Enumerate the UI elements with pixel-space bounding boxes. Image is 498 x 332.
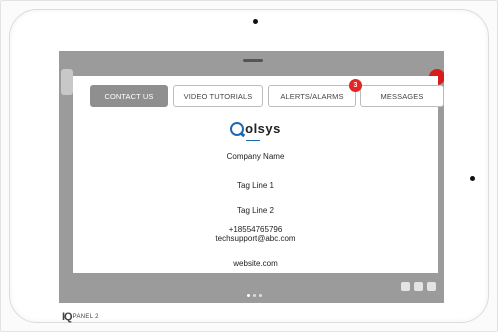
background-widget-icon — [61, 69, 73, 95]
logo-q-icon — [230, 121, 245, 136]
plus-icon[interactable] — [427, 282, 436, 291]
tab-video-tutorials[interactable]: VIDEO TUTORIALS — [173, 85, 263, 107]
shield-icon[interactable] — [401, 282, 410, 291]
page-indicator — [247, 284, 265, 302]
contact-dialog: CONTACT US VIDEO TUTORIALS ALERTS/ALARMS… — [73, 76, 444, 273]
support-email: techsupport@abc.com — [215, 234, 296, 243]
pull-down-handle[interactable] — [243, 59, 263, 62]
website-link[interactable]: website.com — [73, 259, 438, 268]
device-brand-label: IQPANEL 2 — [62, 308, 99, 326]
logo-text: olsys — [245, 121, 281, 137]
tab-messages[interactable]: MESSAGES — [360, 85, 444, 107]
page-dot[interactable] — [253, 294, 256, 297]
tag-line-2: Tag Line 2 — [237, 206, 274, 215]
logo-underline — [246, 139, 261, 141]
page-dot[interactable] — [259, 294, 262, 297]
company-name: Company Name — [226, 152, 285, 161]
page-dot[interactable] — [247, 294, 250, 297]
qolsys-logo: olsys — [73, 120, 438, 141]
settings-icon[interactable] — [414, 282, 423, 291]
front-camera — [253, 19, 258, 24]
brand-model: PANEL 2 — [72, 313, 99, 320]
alerts-count-badge: 3 — [349, 79, 362, 92]
phone-number: +18554765796 — [228, 225, 283, 234]
system-icons — [401, 282, 439, 292]
touchscreen: HS CONTACT US VIDEO TUTORIALS ALERTS/ALA… — [59, 51, 444, 303]
tab-alerts-alarms[interactable]: ALERTS/ALARMS — [268, 85, 356, 107]
brand-prefix: IQ — [62, 310, 73, 323]
tag-line-1: Tag Line 1 — [237, 181, 274, 190]
tab-contact-us[interactable]: CONTACT US — [90, 85, 168, 107]
side-sensor — [470, 176, 475, 181]
